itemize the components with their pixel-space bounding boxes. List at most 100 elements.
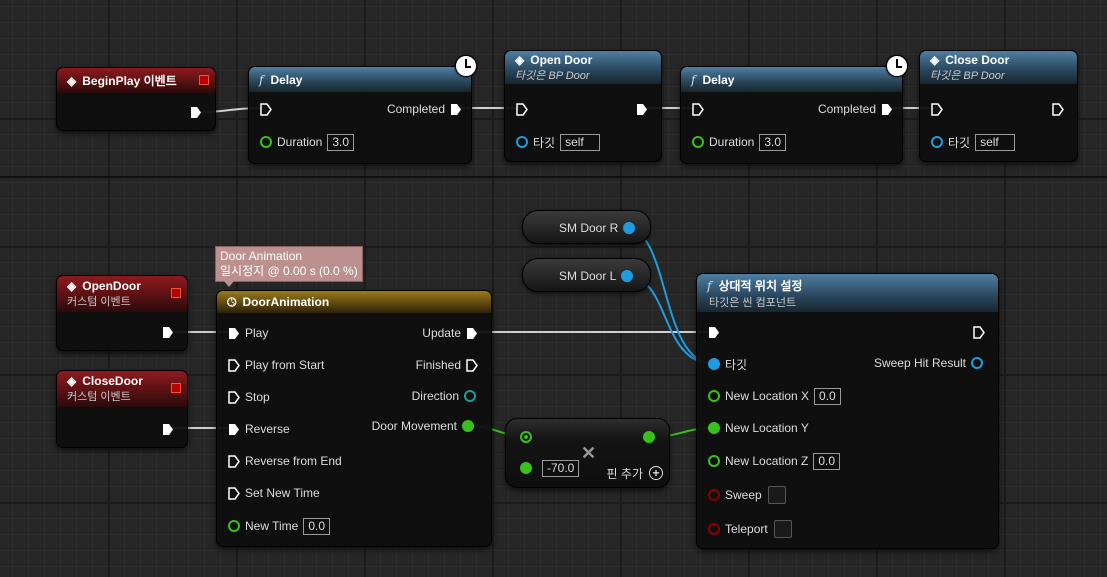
close-door-event-subtitle: 커스텀 이벤트 (67, 391, 131, 403)
completed-exec-pin[interactable] (450, 103, 462, 116)
target-pin[interactable] (708, 358, 720, 370)
tooltip-line-2: 일시정지 @ 0.00 s (0.0 %) (220, 264, 358, 278)
exec-out-pin[interactable] (636, 103, 648, 116)
update-exec-pin[interactable] (466, 327, 478, 340)
duration-input[interactable]: 3.0 (759, 133, 787, 151)
new-location-x-pin[interactable] (708, 390, 720, 402)
sweep-checkbox[interactable] (767, 486, 786, 504)
set-location-header: f 상대적 위치 설정 타깃은 씬 컴포넌트 (697, 274, 998, 312)
target-pin[interactable] (516, 136, 528, 148)
close-door-event-node[interactable]: ◈ CloseDoor 커스텀 이벤트 (56, 370, 188, 448)
finished-exec-pin[interactable] (466, 358, 478, 372)
exec-in-pin[interactable] (692, 102, 704, 116)
duration-pin[interactable] (260, 136, 272, 148)
play-label: Play (245, 326, 269, 340)
delay-node-1[interactable]: f Delay Completed Duration 3.0 (248, 55, 477, 164)
close-door-subtitle: 타깃은 BP Door (930, 69, 1005, 82)
reverse-from-end-exec-pin[interactable] (228, 454, 240, 468)
begin-play-title: BeginPlay 이벤트 (82, 74, 177, 88)
exec-in-pin[interactable] (931, 102, 943, 116)
add-pin-label[interactable]: 핀 추가 (607, 465, 643, 482)
event-diamond-icon: ◈ (67, 279, 77, 293)
open-door-event-title: OpenDoor (82, 279, 141, 293)
exec-out-pin[interactable] (1052, 102, 1064, 116)
sm-door-l-pin[interactable] (621, 270, 634, 282)
breakpoint-square-icon (171, 288, 181, 298)
multiply-node[interactable]: ✕ -70.0 핀 추가 + (505, 418, 670, 488)
play-exec-pin[interactable] (228, 327, 240, 340)
multiply-input-b-pin[interactable] (520, 462, 532, 474)
begin-play-header: ◈ BeginPlay 이벤트 (57, 68, 215, 93)
direction-pin[interactable] (464, 390, 476, 402)
sm-door-r-pin[interactable] (623, 222, 636, 234)
new-location-y-pin[interactable] (708, 422, 720, 434)
target-label: 타깃 (533, 135, 556, 150)
duration-pin[interactable] (692, 136, 704, 148)
door-movement-pin[interactable] (462, 420, 474, 432)
sweep-hit-result-pin[interactable] (971, 357, 983, 369)
exec-out-pin[interactable] (973, 325, 985, 339)
breakpoint-square-icon (199, 75, 209, 85)
new-location-x-input[interactable]: 0.0 (814, 387, 841, 405)
reverse-exec-pin[interactable] (228, 423, 240, 436)
new-location-z-input[interactable]: 0.0 (813, 452, 841, 470)
exec-in-pin[interactable] (516, 102, 528, 116)
breakpoint-square-icon (171, 383, 181, 393)
timeline-header: 🕓︎ DoorAnimation (217, 291, 491, 313)
target-pin[interactable] (931, 136, 943, 148)
play-from-start-exec-pin[interactable] (228, 358, 240, 372)
sm-door-l-variable[interactable]: SM Door L (522, 258, 651, 292)
timeline-node[interactable]: 🕓︎ DoorAnimation Play Play from Start St… (216, 290, 492, 547)
new-time-input[interactable]: 0.0 (303, 517, 331, 535)
event-diamond-icon: ◈ (930, 52, 940, 67)
exec-out-pin[interactable] (162, 423, 174, 436)
duration-label: Duration (709, 135, 755, 149)
teleport-checkbox[interactable] (773, 520, 792, 538)
new-location-z-pin[interactable] (708, 455, 720, 467)
stop-label: Stop (245, 390, 270, 404)
open-door-subtitle: 타깃은 BP Door (515, 69, 590, 82)
sweep-pin[interactable] (708, 489, 720, 501)
target-input[interactable]: self (975, 133, 1016, 151)
open-door-event-header: ◈ OpenDoor 커스텀 이벤트 (57, 276, 187, 312)
play-from-start-label: Play from Start (245, 358, 325, 372)
reverse-from-end-label: Reverse from End (245, 454, 342, 468)
duration-label: Duration (277, 135, 323, 149)
delay-header: f Delay (249, 67, 471, 92)
exec-in-pin[interactable] (260, 102, 272, 116)
multiply-value-input[interactable]: -70.0 (542, 459, 580, 477)
target-label: 타깃 (948, 135, 971, 150)
exec-out-pin[interactable] (162, 326, 174, 339)
exec-in-pin[interactable] (708, 326, 720, 339)
clock-icon (886, 55, 908, 77)
close-door-title: Close Door (945, 52, 1010, 67)
set-new-time-exec-pin[interactable] (228, 486, 240, 500)
stop-exec-pin[interactable] (228, 390, 240, 404)
open-door-call-node[interactable]: ◈ Open Door 타깃은 BP Door 타깃 self (504, 50, 662, 162)
begin-play-node[interactable]: ◈ BeginPlay 이벤트 (56, 67, 216, 131)
new-time-pin[interactable] (228, 520, 240, 532)
sm-door-r-variable[interactable]: SM Door R (522, 210, 651, 244)
completed-exec-pin[interactable] (881, 103, 893, 116)
delay-node-2[interactable]: f Delay Completed Duration 3.0 (680, 55, 908, 164)
multiply-output-pin[interactable] (643, 431, 655, 443)
target-input[interactable]: self (560, 133, 601, 151)
set-relative-location-node[interactable]: f 상대적 위치 설정 타깃은 씬 컴포넌트 타깃 Sweep Hit Resul… (696, 273, 999, 549)
function-icon: f (691, 72, 696, 87)
duration-input[interactable]: 3.0 (327, 133, 355, 151)
new-time-label: New Time (245, 519, 299, 533)
completed-label: Completed (386, 102, 445, 116)
exec-out-pin[interactable] (190, 106, 202, 119)
delay-title: Delay (270, 72, 303, 87)
open-door-header: ◈ Open Door 타깃은 BP Door (505, 51, 661, 84)
open-door-event-node[interactable]: ◈ OpenDoor 커스텀 이벤트 (56, 275, 188, 351)
set-location-subtitle: 타깃은 씬 컴포넌트 (709, 296, 797, 309)
close-door-event-header: ◈ CloseDoor 커스텀 이벤트 (57, 371, 187, 407)
close-door-call-node[interactable]: ◈ Close Door 타깃은 BP Door 타깃 self (919, 50, 1078, 162)
open-door-event-subtitle: 커스텀 이벤트 (67, 296, 131, 308)
update-label: Update (422, 326, 461, 340)
sweep-label: Sweep (725, 488, 762, 502)
add-pin-icon[interactable]: + (649, 466, 663, 480)
multiply-input-a-pin[interactable] (520, 431, 532, 443)
teleport-pin[interactable] (708, 523, 720, 535)
